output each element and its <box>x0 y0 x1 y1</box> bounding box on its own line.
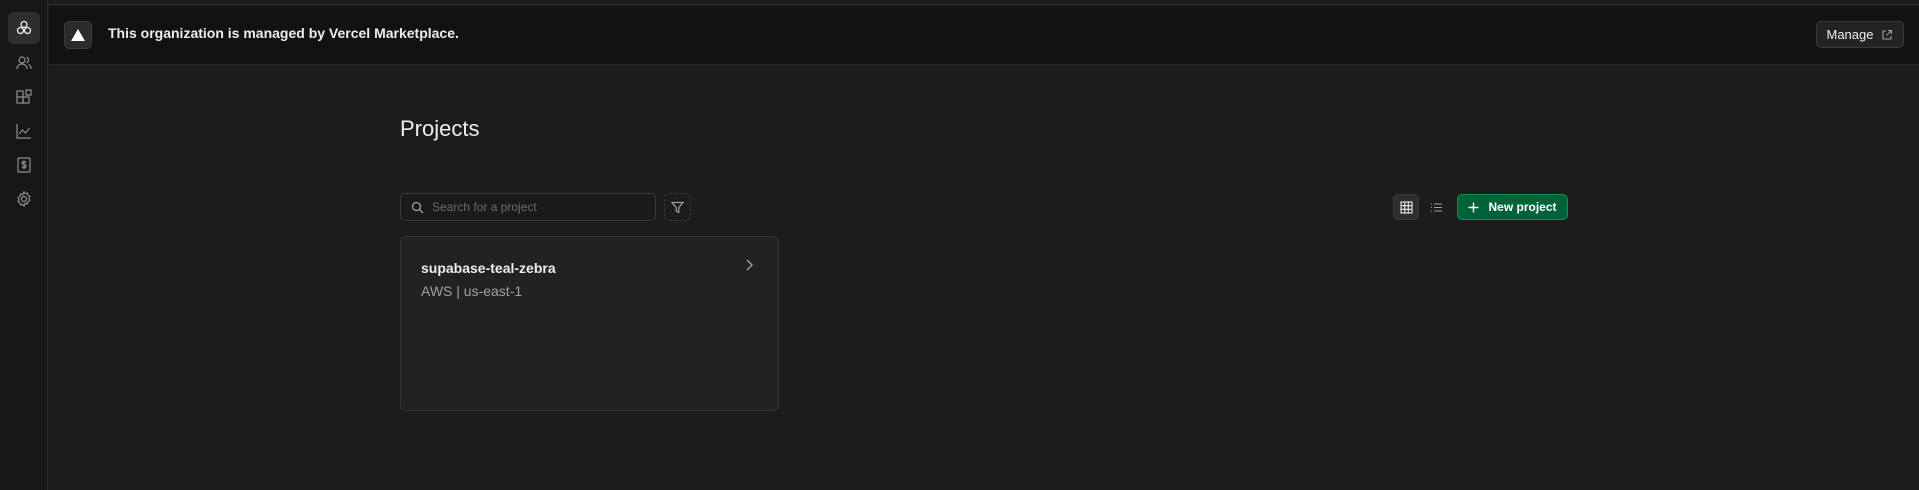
filter-button[interactable] <box>664 193 691 221</box>
new-project-button[interactable]: New project <box>1457 194 1568 220</box>
manage-button[interactable]: Manage <box>1816 21 1904 48</box>
list-icon <box>1430 202 1442 212</box>
new-project-label: New project <box>1488 200 1557 214</box>
list-view-toggle[interactable] <box>1423 194 1449 220</box>
billing-icon <box>17 157 31 173</box>
search-box[interactable] <box>400 193 656 221</box>
project-region: AWS | us-east-1 <box>421 283 523 299</box>
grid-icon <box>1399 200 1413 214</box>
gear-icon <box>17 190 31 208</box>
app-window: This organization is managed by Vercel M… <box>0 0 1919 490</box>
sidebar-item-projects[interactable] <box>8 12 40 44</box>
vercel-triangle-icon <box>71 29 85 41</box>
sidebar-item-billing[interactable] <box>8 149 40 181</box>
plus-icon <box>1468 202 1479 212</box>
top-border <box>48 0 1919 5</box>
usage-chart-icon <box>16 124 31 139</box>
grid-view-toggle[interactable] <box>1393 194 1419 220</box>
filter-icon <box>671 201 684 214</box>
sidebar-item-integrations[interactable] <box>8 81 40 113</box>
page-title: Projects <box>400 116 480 141</box>
sidebar-item-settings[interactable] <box>8 183 40 215</box>
sidebar <box>0 0 48 490</box>
sidebar-item-usage[interactable] <box>8 115 40 147</box>
projects-icon <box>16 20 32 35</box>
search-icon <box>411 201 424 213</box>
marketplace-banner: This organization is managed by Vercel M… <box>49 6 1919 65</box>
external-link-icon <box>1882 29 1893 40</box>
chevron-right-icon <box>746 259 753 271</box>
sidebar-item-team[interactable] <box>8 47 40 79</box>
search-input[interactable] <box>432 200 632 214</box>
team-icon <box>16 56 32 70</box>
manage-button-label: Manage <box>1826 27 1874 42</box>
project-name: supabase-teal-zebra <box>421 260 556 276</box>
banner-message: This organization is managed by Vercel M… <box>108 25 459 41</box>
project-card[interactable]: supabase-teal-zebra AWS | us-east-1 <box>400 236 779 411</box>
vercel-logo <box>64 21 92 49</box>
integrations-icon <box>16 89 32 104</box>
